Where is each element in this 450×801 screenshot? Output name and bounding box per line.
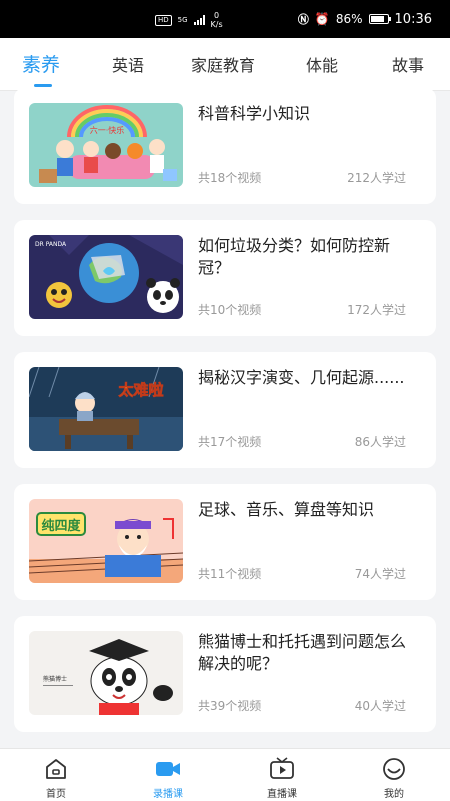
course-title: 揭秘汉字演变、几何起源...... [198,368,405,387]
course-card[interactable]: 熊猫博士 熊猫博士和托托遇到问题怎么解决的呢？ 共39个视频 40人学过 [14,616,436,732]
nav-home[interactable]: 首页 [16,749,96,801]
status-bar: HD 5G 0 K/s Ⓝ ⏰ 86% 10:36 [0,0,450,38]
battery-percent: 86% [335,12,363,26]
profile-icon [383,758,405,780]
clock: 10:36 [394,11,432,27]
status-left-icons: HD 5G 0 K/s [155,11,223,29]
home-icon [46,759,66,779]
nav-recorded-label: 录播课 [153,789,183,800]
video-count: 共11个视频 [198,567,262,581]
thumb-caption: 太难啦 [118,381,163,399]
network-label: 5G [177,16,188,24]
course-title: 如何垃圾分类？如何防控新冠？ [198,236,391,277]
tv-icon [270,757,294,779]
battery-icon [368,14,391,24]
course-thumbnail: 纯四度 [29,499,183,583]
learner-count: 40人学过 [354,699,406,713]
tab-stories[interactable]: 故事 [392,52,424,76]
speed-value: 0 [214,11,220,20]
course-card[interactable]: DR PANDA 如何垃圾分类？如何防控新冠？ 共10个视频 172人学过 [14,220,436,336]
video-count: 共10个视频 [198,303,262,317]
course-list: 六一·快乐 科普科学小知识 共18个视频 212人学过 DR PANDA 如何垃… [0,90,450,748]
course-title: 足球、音乐、算盘等知识 [198,500,375,519]
course-thumbnail: 太难啦 [29,367,183,451]
thumb-caption: 六一·快乐 [90,125,125,135]
nav-live-label: 直播课 [267,789,297,800]
course-thumbnail: 六一·快乐 [29,103,183,187]
tab-suyang[interactable]: 素养 [22,50,60,77]
active-tab-indicator [34,84,52,87]
video-camera-icon [156,762,180,776]
nav-recorded-courses[interactable]: 录播课 [128,749,208,801]
bottom-navigation: 首页 录播课 直播课 我的 [0,748,450,801]
course-card[interactable]: 六一·快乐 科普科学小知识 共18个视频 212人学过 [14,90,436,204]
video-count: 共18个视频 [198,171,262,185]
alarm-icon: ⏰ [314,12,330,26]
course-thumbnail: DR PANDA [29,235,183,319]
learner-count: 212人学过 [347,171,406,185]
hd-badge: HD [155,14,172,26]
speed-unit: K/s [210,20,223,29]
nav-home-label: 首页 [46,789,66,800]
category-tabs: 素养 英语 家庭教育 体能 故事 [0,38,450,91]
video-count: 共39个视频 [198,699,262,713]
course-card[interactable]: 太难啦 揭秘汉字演变、几何起源...... 共17个视频 86人学过 [14,352,436,468]
status-right: Ⓝ ⏰ 86% 10:36 [298,11,432,27]
learner-count: 172人学过 [347,303,406,317]
signal-icon [193,15,205,25]
thumb-caption: DR PANDA [35,241,67,248]
learner-count: 86人学过 [354,435,406,449]
course-title: 科普科学小知识 [198,104,311,123]
nav-profile-label: 我的 [384,789,404,800]
video-count: 共17个视频 [198,435,262,449]
course-thumbnail: 熊猫博士 [29,631,183,715]
tab-physical[interactable]: 体能 [306,52,338,76]
learner-count: 74人学过 [354,567,406,581]
thumb-caption: 纯四度 [41,518,81,534]
thumb-caption: 熊猫博士 [43,675,67,683]
tab-family-education[interactable]: 家庭教育 [191,52,255,76]
course-title: 熊猫博士和托托遇到问题怎么解决的呢？ [198,632,407,673]
course-card[interactable]: 纯四度 足球、音乐、算盘等知识 共11个视频 74人学过 [14,484,436,600]
nav-live-courses[interactable]: 直播课 [242,749,322,801]
network-speed: 0 K/s [211,11,223,29]
nav-profile[interactable]: 我的 [354,749,434,801]
tab-english[interactable]: 英语 [112,52,144,76]
nfc-icon: Ⓝ [297,13,309,26]
